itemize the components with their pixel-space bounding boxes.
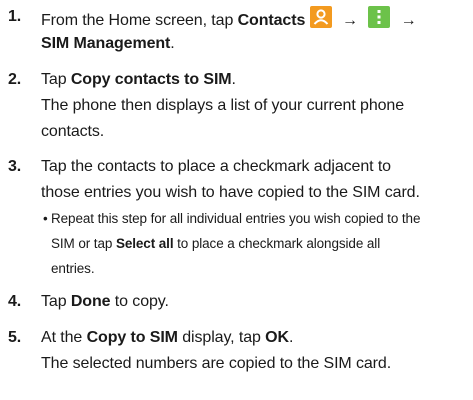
done-label: Done — [70, 293, 111, 310]
step-2-number: 2. — [8, 71, 22, 88]
step-3-number: 3. — [8, 158, 22, 175]
copy-contacts-label: Copy contacts to SIM — [70, 71, 232, 88]
step-5-number: 5. — [8, 329, 22, 346]
ok-label: OK — [265, 329, 289, 346]
sim-management-label: SIM Management — [41, 35, 171, 52]
bullet-icon: • — [43, 211, 48, 226]
select-all-label: Select all — [115, 236, 174, 251]
menu-dots-icon — [368, 6, 391, 34]
contacts-app-icon — [309, 6, 332, 34]
step-4-number: 4. — [8, 293, 22, 310]
arrow-icon: → — [341, 12, 358, 30]
arrow-icon-2: → — [400, 12, 417, 30]
step-1-number: 1. — [8, 8, 22, 25]
contacts-label: Contacts — [237, 12, 306, 30]
step-1-text: From the Home screen, tap — [41, 12, 238, 30]
instruction-page: 1. From the Home screen, tap Contacts → — [8, 6, 421, 372]
copy-to-sim-label: Copy to SIM — [86, 329, 178, 346]
